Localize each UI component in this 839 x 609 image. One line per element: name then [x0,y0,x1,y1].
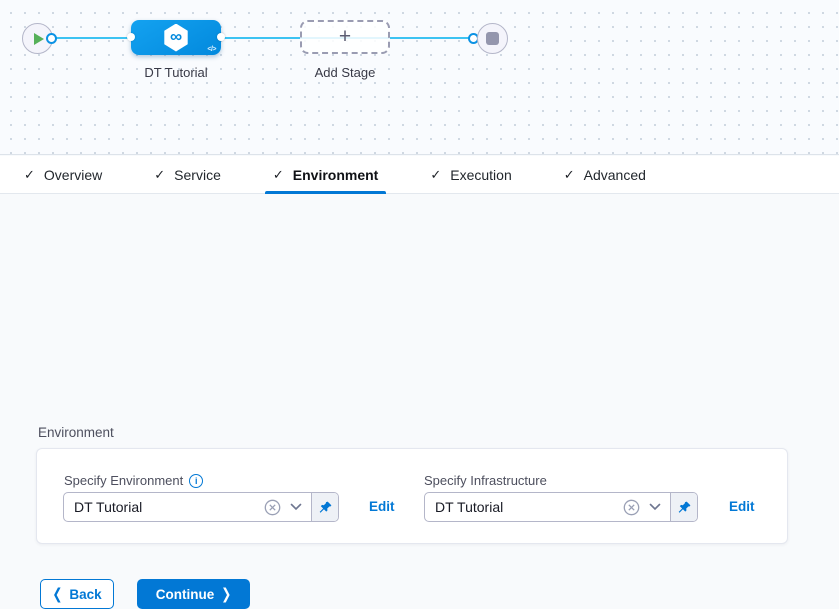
clear-icon[interactable] [623,499,640,516]
edit-infrastructure-link[interactable]: Edit [729,499,755,514]
infinity-icon: ∞ [170,28,182,45]
tab-service[interactable]: ✓ Service [152,156,223,194]
stage-node-dt-tutorial[interactable]: ∞ </> [131,20,221,55]
play-icon [34,33,44,45]
add-stage-label: Add Stage [300,65,390,80]
pipeline-connector-line [51,37,475,39]
stage-input-port [127,33,135,41]
check-icon: ✓ [430,167,441,183]
continue-button[interactable]: Continue ❯ [137,579,250,609]
stop-icon [486,32,499,45]
environment-select-value: DT Tutorial [74,499,255,515]
tab-overview[interactable]: ✓ Overview [22,156,104,194]
edit-environment-link[interactable]: Edit [369,499,395,514]
pipeline-stage-editor: ∞ </> DT Tutorial + Add Stage ✓ Overview… [0,0,839,433]
chevron-right-icon: ❯ [221,585,231,603]
chevron-down-icon[interactable] [290,503,302,511]
pin-icon [677,500,692,515]
back-button[interactable]: ❮ Back [40,579,114,609]
infrastructure-select-value: DT Tutorial [435,499,614,515]
check-icon: ✓ [154,167,165,183]
infrastructure-select-group: DT Tutorial [424,492,698,522]
pin-icon [318,500,333,515]
plus-icon: + [339,25,351,49]
pipeline-canvas[interactable]: ∞ </> DT Tutorial + Add Stage [0,0,839,155]
check-icon: ✓ [273,167,284,183]
field-label-text: Specify Infrastructure [424,473,547,488]
deployment-hexagon-icon: ∞ [163,24,189,52]
pipeline-end-node[interactable] [477,23,508,54]
stage-node-label: DT Tutorial [131,65,221,80]
specify-infrastructure-label: Specify Infrastructure [424,473,547,488]
environment-select[interactable]: DT Tutorial [64,493,311,521]
environment-tab-panel: Environment Specify Environment i DT Tut… [0,195,839,433]
add-stage-button[interactable]: + [300,20,390,54]
tab-label: Overview [44,167,102,183]
tab-label: Environment [293,167,379,183]
info-icon[interactable]: i [189,474,203,488]
tab-label: Advanced [584,167,646,183]
tab-label: Service [174,167,221,183]
environment-card: Specify Environment i DT Tutorial Edit [36,448,788,544]
pin-button[interactable] [670,493,697,521]
field-label-text: Specify Environment [64,473,183,488]
tab-label: Execution [450,167,511,183]
infrastructure-select[interactable]: DT Tutorial [425,493,670,521]
check-icon: ✓ [564,167,575,183]
chevron-left-icon: ❮ [52,585,62,603]
tab-advanced[interactable]: ✓ Advanced [562,156,648,194]
tab-environment[interactable]: ✓ Environment [271,156,380,194]
back-button-label: Back [69,587,101,602]
environment-select-group: DT Tutorial [63,492,339,522]
stage-output-port [217,33,225,41]
specify-environment-label: Specify Environment i [64,473,203,488]
clear-icon[interactable] [264,499,281,516]
code-icon: </> [207,46,216,53]
tab-execution[interactable]: ✓ Execution [428,156,513,194]
start-connector-port [46,33,57,44]
pin-button[interactable] [311,493,338,521]
check-icon: ✓ [24,167,35,183]
continue-button-label: Continue [156,587,215,602]
chevron-down-icon[interactable] [649,503,661,511]
stage-tabs: ✓ Overview ✓ Service ✓ Environment ✓ Exe… [0,156,839,194]
